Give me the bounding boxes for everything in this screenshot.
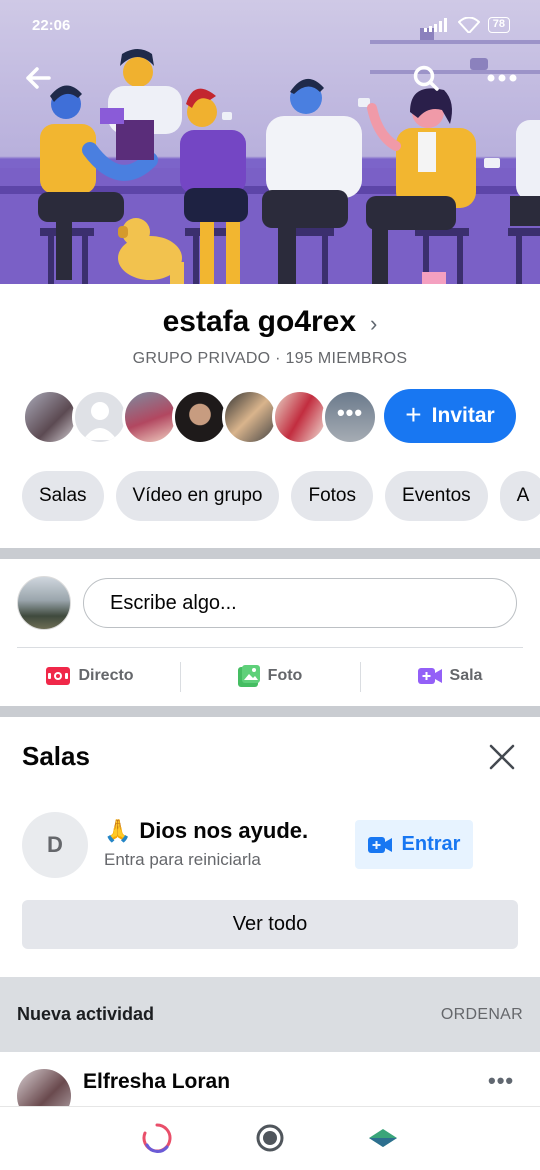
- group-screen: 22:06 78 estafa go4rex › GRUPO PRIVADO ·…: [0, 0, 540, 1170]
- group-name: estafa go4rex: [162, 305, 357, 338]
- post-options-button[interactable]: •••: [488, 1068, 514, 1094]
- invite-button[interactable]: + Invitar: [384, 389, 516, 443]
- system-navigation-bar: [0, 1106, 540, 1170]
- section-divider: [0, 548, 540, 559]
- tab-fotos[interactable]: Fotos: [291, 471, 374, 521]
- see-all-rooms-button[interactable]: Ver todo: [22, 900, 518, 949]
- room-name[interactable]: 🙏 Dios nos ayude.: [104, 818, 308, 844]
- room-title: Dios nos ayude.: [139, 818, 309, 843]
- back-button[interactable]: [18, 58, 58, 98]
- member-avatars[interactable]: •••: [22, 389, 382, 445]
- photo-label: Foto: [267, 667, 303, 684]
- member-avatar-default[interactable]: [72, 389, 128, 445]
- plus-icon: +: [405, 398, 422, 430]
- post-composer-input[interactable]: Escribe algo...: [83, 578, 517, 628]
- enter-room-button[interactable]: Entrar: [355, 820, 473, 869]
- new-activity-title: Nueva actividad: [17, 1004, 155, 1024]
- more-horizontal-icon: •••: [488, 1068, 515, 1093]
- close-rooms-button[interactable]: [486, 741, 518, 773]
- group-title-row[interactable]: estafa go4rex ›: [0, 305, 540, 339]
- live-video-icon: [46, 667, 71, 685]
- member-avatar[interactable]: [222, 389, 278, 445]
- live-video-label: Directo: [78, 667, 134, 684]
- wifi-icon: [457, 17, 480, 33]
- group-tabs: Salas Vídeo en grupo Fotos Eventos A: [22, 471, 540, 521]
- signal-icon: [423, 18, 447, 32]
- default-user-icon: [83, 402, 117, 440]
- room-subtitle: Entra para reiniciarla: [104, 850, 261, 869]
- room-label: Sala: [449, 667, 483, 684]
- tab-eventos[interactable]: Eventos: [385, 471, 488, 521]
- sort-button[interactable]: ORDENAR: [441, 1006, 523, 1024]
- group-meta: GRUPO PRIVADO · 195 MIEMBROS: [132, 350, 408, 367]
- member-avatar[interactable]: [122, 389, 178, 445]
- battery-indicator: 78: [487, 17, 510, 33]
- more-options-button[interactable]: [482, 58, 522, 98]
- new-activity-header: Nueva actividad ORDENAR: [0, 977, 540, 1052]
- room-video-icon: [417, 668, 442, 684]
- post-author-name[interactable]: Elfresha Loran: [83, 1070, 230, 1094]
- more-horizontal-icon: [487, 74, 517, 82]
- tab-more[interactable]: A: [499, 471, 540, 521]
- member-avatar[interactable]: [272, 389, 328, 445]
- home-circle-icon: [256, 1124, 284, 1152]
- back-triangle-icon: [369, 1129, 397, 1147]
- member-avatar[interactable]: [172, 389, 228, 445]
- more-horizontal-icon: •••: [336, 400, 364, 425]
- composer-actions: Directo Foto Sala: [0, 660, 540, 692]
- see-all-label: Ver todo: [232, 913, 308, 935]
- video-camera-icon: [367, 836, 392, 853]
- status-icons: 78: [423, 17, 510, 33]
- praying-hands-icon: 🙏: [104, 818, 132, 843]
- close-icon: [489, 744, 515, 770]
- photo-button[interactable]: Foto: [180, 660, 360, 692]
- photo-icon: [237, 665, 260, 687]
- member-avatar[interactable]: [22, 389, 78, 445]
- section-divider: [0, 706, 540, 717]
- home-button[interactable]: [253, 1121, 287, 1155]
- arrow-left-icon: [26, 67, 51, 89]
- status-time: 22:06: [32, 16, 71, 34]
- current-user-avatar[interactable]: [17, 576, 71, 630]
- invite-label: Invitar: [431, 404, 495, 427]
- tab-video-en-grupo[interactable]: Vídeo en grupo: [115, 471, 280, 521]
- divider: [17, 647, 523, 648]
- search-icon: [413, 65, 439, 91]
- rooms-section-title: Salas: [22, 741, 90, 771]
- recents-button[interactable]: [140, 1121, 174, 1155]
- room-avatar[interactable]: D: [22, 812, 88, 878]
- back-nav-button[interactable]: [366, 1121, 400, 1155]
- tab-salas[interactable]: Salas: [22, 471, 104, 521]
- search-button[interactable]: [406, 58, 446, 98]
- chevron-right-icon: ›: [370, 311, 378, 336]
- enter-room-label: Entrar: [401, 833, 461, 855]
- more-members-avatar[interactable]: •••: [322, 389, 378, 445]
- recents-icon: [142, 1123, 172, 1153]
- room-button[interactable]: Sala: [360, 660, 540, 692]
- composer-placeholder: Escribe algo...: [110, 591, 237, 614]
- status-bar: 22:06 78: [0, 0, 540, 50]
- live-video-button[interactable]: Directo: [0, 660, 180, 692]
- group-cover-image[interactable]: 22:06 78: [0, 0, 540, 284]
